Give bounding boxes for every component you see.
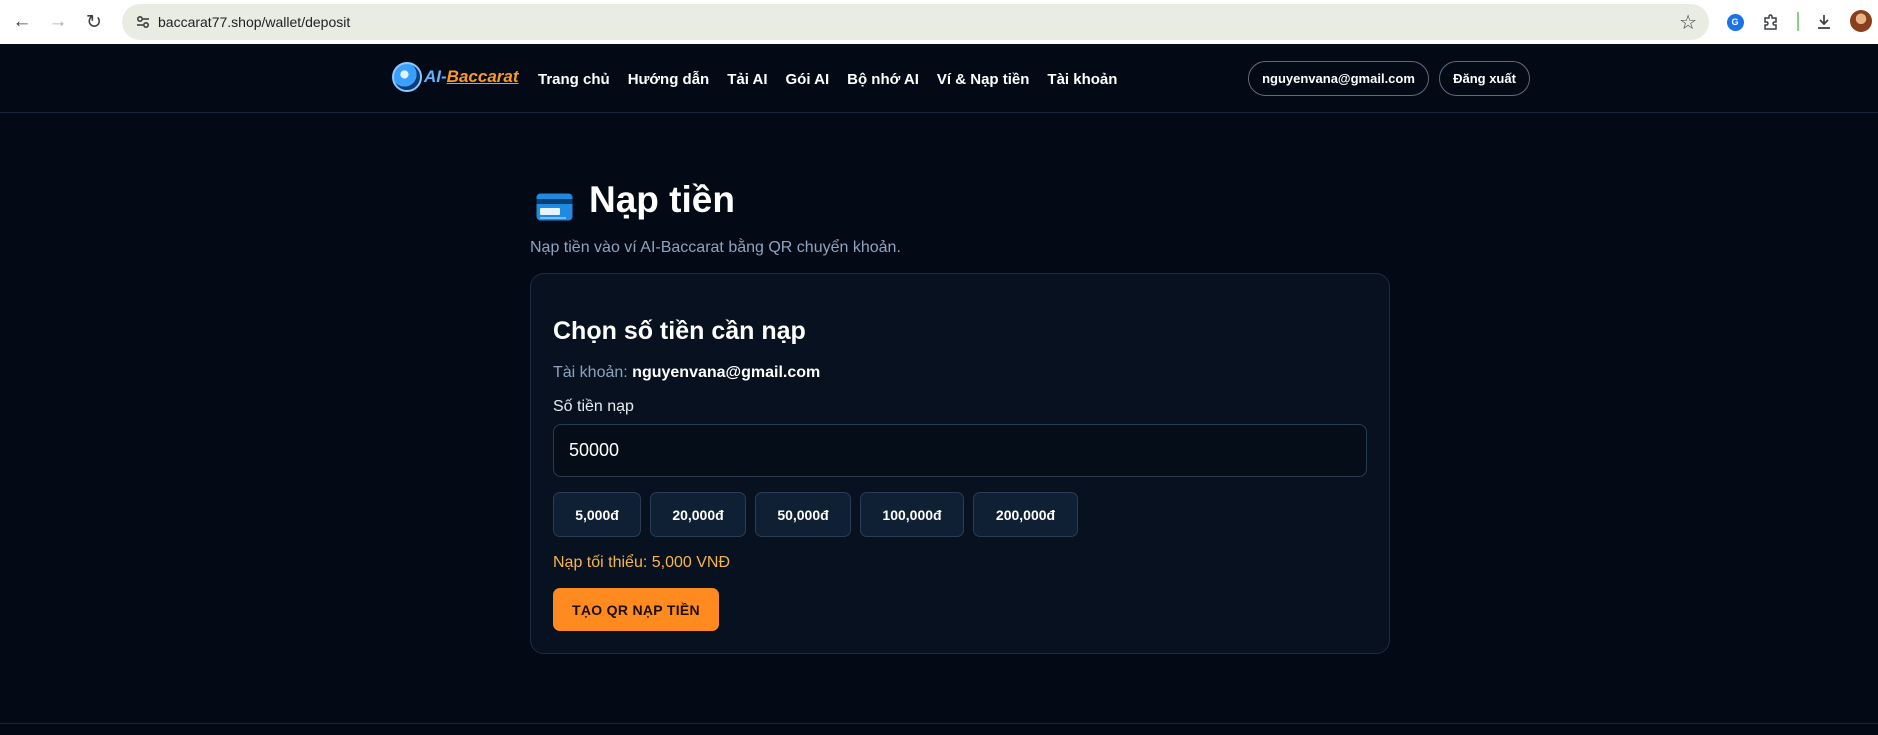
card-title: Chọn số tiền cần nạp xyxy=(553,317,806,345)
preset-20000-button[interactable]: 20,000đ xyxy=(650,492,746,537)
account-label: Tài khoản: xyxy=(553,364,628,381)
site-logo[interactable]: AI-Baccarat xyxy=(392,60,519,94)
menu-item-wallet[interactable]: Ví & Nạp tiền xyxy=(937,71,1030,88)
logo-ball-icon xyxy=(392,62,422,92)
page-subtitle: Nạp tiền vào ví AI-Baccarat bằng QR chuy… xyxy=(530,239,901,256)
deposit-card: Chọn số tiền cần nạp Tài khoản: nguyenva… xyxy=(530,273,1390,654)
menu-item-guide[interactable]: Hướng dẫn xyxy=(628,71,710,88)
forward-icon[interactable]: → xyxy=(44,8,72,36)
main-menu: Trang chủ Hướng dẫn Tải AI Gói AI Bộ nhớ… xyxy=(538,71,1135,88)
site-settings-icon[interactable] xyxy=(134,13,152,31)
site-header: AI-Baccarat Trang chủ Hướng dẫn Tải AI G… xyxy=(0,44,1878,113)
menu-item-ai-plans[interactable]: Gói AI xyxy=(786,71,830,88)
footer-divider xyxy=(0,723,1878,724)
preset-100000-button[interactable]: 100,000đ xyxy=(860,492,964,537)
toolbar-divider xyxy=(1797,12,1799,31)
download-icon[interactable] xyxy=(1810,8,1838,36)
amount-label: Số tiền nạp xyxy=(553,398,634,415)
address-bar[interactable]: baccarat77.shop/wallet/deposit ☆ xyxy=(122,4,1709,40)
menu-item-ai-memory[interactable]: Bộ nhớ AI xyxy=(847,71,919,88)
amount-input[interactable] xyxy=(553,424,1367,477)
bookmark-star-icon[interactable]: ☆ xyxy=(1679,10,1697,35)
account-email: nguyenvana@gmail.com xyxy=(632,364,821,381)
extensions-puzzle-icon[interactable] xyxy=(1757,8,1785,36)
logo-wordmark: AI-Baccarat xyxy=(424,67,519,86)
browser-toolbar: ← → ↻ baccarat77.shop/wallet/deposit ☆ G xyxy=(0,0,1878,44)
menu-item-account[interactable]: Tài khoản xyxy=(1047,71,1117,88)
user-email-button[interactable]: nguyenvana@gmail.com xyxy=(1248,61,1429,96)
menu-item-home[interactable]: Trang chủ xyxy=(538,71,610,88)
back-icon[interactable]: ← xyxy=(8,8,36,36)
logout-button[interactable]: Đăng xuất xyxy=(1439,61,1530,96)
preset-50000-button[interactable]: 50,000đ xyxy=(755,492,851,537)
preset-200000-button[interactable]: 200,000đ xyxy=(973,492,1078,537)
account-info: Tài khoản: nguyenvana@gmail.com xyxy=(553,364,820,382)
credit-card-icon xyxy=(536,193,573,221)
preset-5000-button[interactable]: 5,000đ xyxy=(553,492,641,537)
create-qr-button[interactable]: TẠO QR NẠP TIỀN xyxy=(553,588,719,631)
url-text[interactable]: baccarat77.shop/wallet/deposit xyxy=(158,14,350,30)
profile-avatar[interactable] xyxy=(1850,10,1872,32)
menu-item-download-ai[interactable]: Tải AI xyxy=(727,71,767,88)
reload-icon[interactable]: ↻ xyxy=(80,8,108,36)
page-title: Nạp tiền xyxy=(589,179,735,220)
extension-google-lens-icon[interactable]: G xyxy=(1721,8,1749,36)
minimum-note: Nạp tối thiểu: 5,000 VNĐ xyxy=(553,554,730,571)
preset-amounts: 5,000đ 20,000đ 50,000đ 100,000đ 200,000đ xyxy=(553,492,1078,537)
